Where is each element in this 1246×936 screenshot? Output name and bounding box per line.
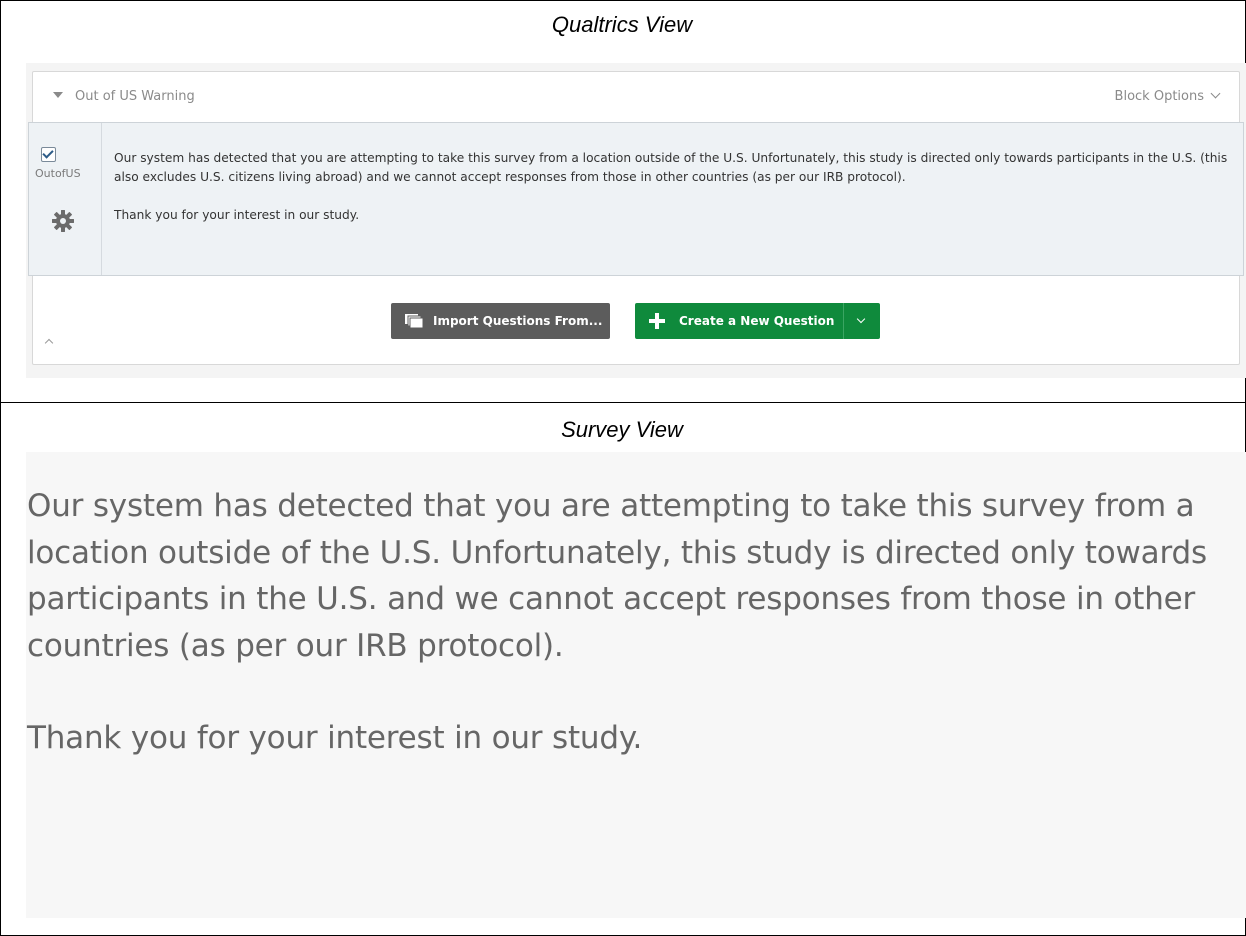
question-select-checkbox[interactable] [41,147,56,162]
question-sidebar: OutofUS [29,123,102,275]
survey-paragraph-2: Thank you for your interest in our study… [27,720,643,756]
block-options-button[interactable]: Block Options [1114,88,1221,104]
qualtrics-view-title: Qualtrics View [551,12,693,37]
gear-icon[interactable] [51,209,75,233]
block-header: Out of US Warning Block Options [33,72,1239,125]
survey-view-title: Survey View [561,417,683,442]
copy-pages-icon [405,314,423,328]
create-question-button[interactable]: Create a New Question [635,303,843,339]
survey-question-text: Our system has detected that you are att… [27,483,1242,808]
block-name[interactable]: Out of US Warning [75,89,195,104]
import-questions-label: Import Questions From... [433,314,603,328]
create-question-label: Create a New Question [679,314,835,328]
question-paragraph-2: Thank you for your interest in our study… [114,208,360,222]
block-options-label: Block Options [1114,89,1204,104]
chevron-down-icon [1210,88,1221,99]
question-paragraph-1: Our system has detected that you are att… [114,151,1228,184]
question-card[interactable]: OutofUS Our system has detected that you… [28,122,1244,276]
plus-icon [649,313,665,329]
survey-paragraph-1: Our system has detected that you are att… [27,488,1207,664]
question-text[interactable]: Our system has detected that you are att… [114,149,1234,244]
section-divider [1,402,1245,403]
caret-down-icon[interactable] [53,92,63,98]
import-questions-button[interactable]: Import Questions From... [391,303,610,339]
create-question-dropdown-button[interactable] [843,303,880,339]
question-id[interactable]: OutofUS [35,167,81,180]
chevron-down-icon [856,314,866,324]
